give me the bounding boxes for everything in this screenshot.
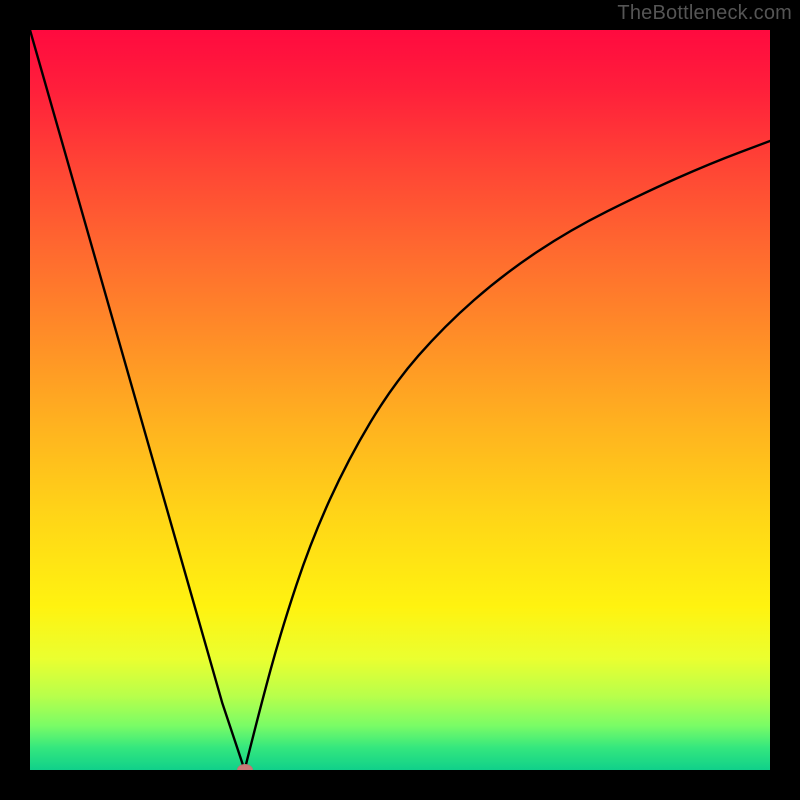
- watermark-text: TheBottleneck.com: [617, 2, 792, 25]
- plot-area: [30, 30, 770, 770]
- chart-frame: TheBottleneck.com: [0, 0, 800, 800]
- minimum-marker: [237, 764, 253, 770]
- bottleneck-curve: [30, 30, 770, 770]
